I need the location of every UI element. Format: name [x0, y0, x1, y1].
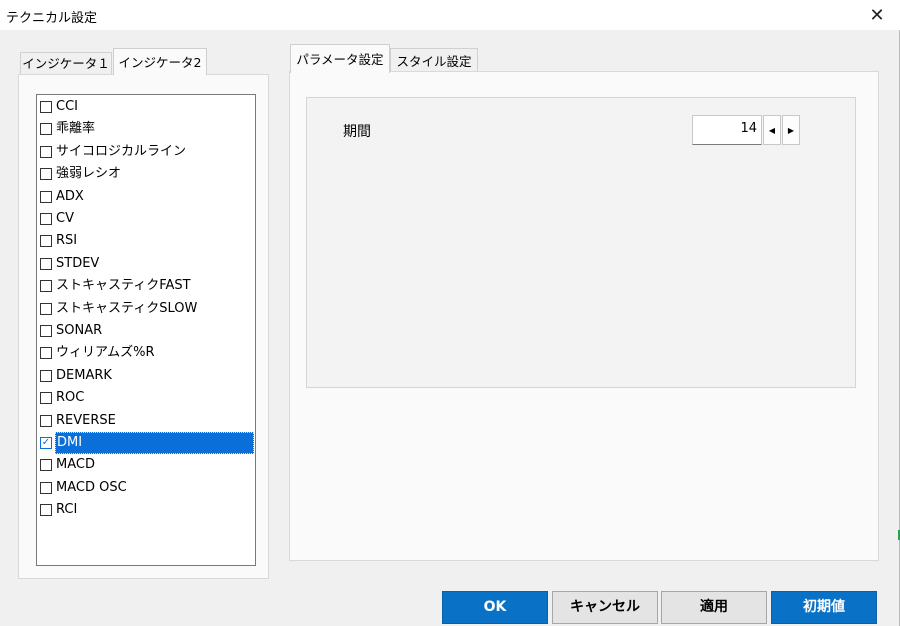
indicator-label: STDEV — [56, 255, 100, 271]
indicator-label: MACD OSC — [56, 479, 127, 495]
indicator-checkbox[interactable] — [40, 190, 52, 203]
indicator-label: RCI — [56, 502, 78, 518]
indicator-label: ストキャスティクSLOW — [56, 300, 198, 316]
tab-indicator-2[interactable]: インジケータ2 — [113, 48, 207, 75]
indicator-checkbox[interactable] — [40, 347, 52, 360]
period-input[interactable]: 14 — [692, 115, 762, 145]
indicator-checkbox[interactable] — [40, 481, 52, 494]
apply-button[interactable]: 適用 — [661, 591, 767, 624]
indicator-item[interactable]: MACD — [38, 454, 254, 476]
indicator-checkbox[interactable]: ✓ — [40, 437, 52, 449]
indicator-label: SONAR — [56, 323, 103, 338]
indicator-item[interactable]: STDEV — [38, 253, 254, 275]
indicator-label: CV — [56, 211, 74, 226]
close-icon: ✕ — [869, 4, 885, 26]
indicator-item[interactable]: ウィリアムズ%R — [38, 342, 254, 364]
indicator-checkbox[interactable] — [40, 414, 52, 427]
indicator-item[interactable]: ADX — [38, 186, 254, 208]
indicator-label: REVERSE — [56, 412, 116, 428]
indicator-item[interactable]: RSI — [38, 230, 254, 252]
tab-style-settings[interactable]: スタイル設定 — [390, 48, 478, 73]
checkmark-icon: ✓ — [41, 437, 51, 448]
indicator-label: ROC — [56, 390, 85, 406]
indicator-checkbox[interactable] — [40, 213, 52, 225]
indicator-label: サイコロジカルライン — [56, 143, 187, 159]
triangle-left-icon: ◀ — [768, 125, 776, 135]
indicator-item[interactable]: REVERSE — [38, 410, 254, 432]
indicator-checkbox[interactable] — [40, 168, 52, 181]
indicator-item[interactable]: RCI — [38, 499, 254, 521]
indicator-item[interactable]: SONAR — [38, 320, 254, 342]
indicator-list[interactable]: CCI 乖離率サイコロジカルライン 強弱レシオ ADX CV RSI STDEV ストキャステ… — [36, 94, 256, 566]
indicator-item[interactable]: DEMARK — [38, 365, 254, 387]
indicator-checkbox[interactable] — [40, 280, 52, 293]
close-button[interactable]: ✕ — [854, 0, 900, 30]
indicator-item[interactable]: ✓ DMI — [38, 432, 254, 454]
indicator-label: ストキャスティクFAST — [56, 278, 191, 294]
indicator-label: CCI — [56, 99, 78, 114]
indicator-label: ウィリアムズ%R — [56, 345, 155, 361]
title-bar: テクニカル設定 ✕ — [0, 0, 900, 30]
tab-parameter-settings[interactable]: パラメータ設定 — [290, 44, 390, 73]
triangle-right-icon: ▶ — [787, 125, 795, 135]
indicator-label: DEMARK — [56, 367, 112, 383]
indicator-checkbox[interactable] — [40, 459, 52, 472]
tab-indicator-1[interactable]: インジケータ１ — [20, 52, 112, 74]
indicator-checkbox[interactable] — [40, 145, 52, 158]
indicator-item[interactable]: ストキャスティクSLOW — [38, 298, 254, 320]
ok-button[interactable]: OK — [442, 591, 548, 624]
indicator-item[interactable]: CCI — [38, 96, 254, 118]
indicator-item[interactable]: サイコロジカルライン — [38, 141, 254, 163]
indicator-checkbox[interactable] — [40, 504, 52, 517]
window-title: テクニカル設定 — [6, 11, 98, 26]
period-label: 期間 — [343, 124, 371, 140]
period-increment-button[interactable]: ▶ — [782, 115, 800, 145]
indicator-checkbox[interactable] — [40, 325, 52, 337]
indicator-item[interactable]: ROC — [38, 387, 254, 409]
indicator-item[interactable]: CV — [38, 208, 254, 230]
indicator-label: MACD — [56, 457, 95, 473]
indicator-label: 乖離率 — [56, 121, 96, 137]
indicator-checkbox[interactable] — [40, 235, 52, 248]
default-button[interactable]: 初期値 — [771, 591, 877, 624]
indicator-item[interactable]: MACD OSC — [38, 477, 254, 499]
indicator-checkbox[interactable] — [40, 257, 52, 270]
indicator-checkbox[interactable] — [40, 369, 52, 382]
indicator-item[interactable]: ストキャスティクFAST — [38, 275, 254, 297]
indicator-item[interactable]: 乖離率 — [38, 118, 254, 140]
indicator-label: 強弱レシオ — [56, 166, 122, 182]
indicator-checkbox[interactable] — [40, 302, 52, 315]
indicator-label: ADX — [56, 188, 84, 204]
indicator-checkbox[interactable] — [40, 123, 52, 136]
indicator-checkbox[interactable] — [40, 392, 52, 405]
indicator-label: DMI — [55, 432, 254, 454]
indicator-checkbox[interactable] — [40, 101, 52, 113]
indicator-label: RSI — [56, 233, 78, 249]
indicator-item[interactable]: 強弱レシオ — [38, 163, 254, 185]
period-decrement-button[interactable]: ◀ — [763, 115, 781, 145]
cancel-button[interactable]: キャンセル — [552, 591, 658, 624]
